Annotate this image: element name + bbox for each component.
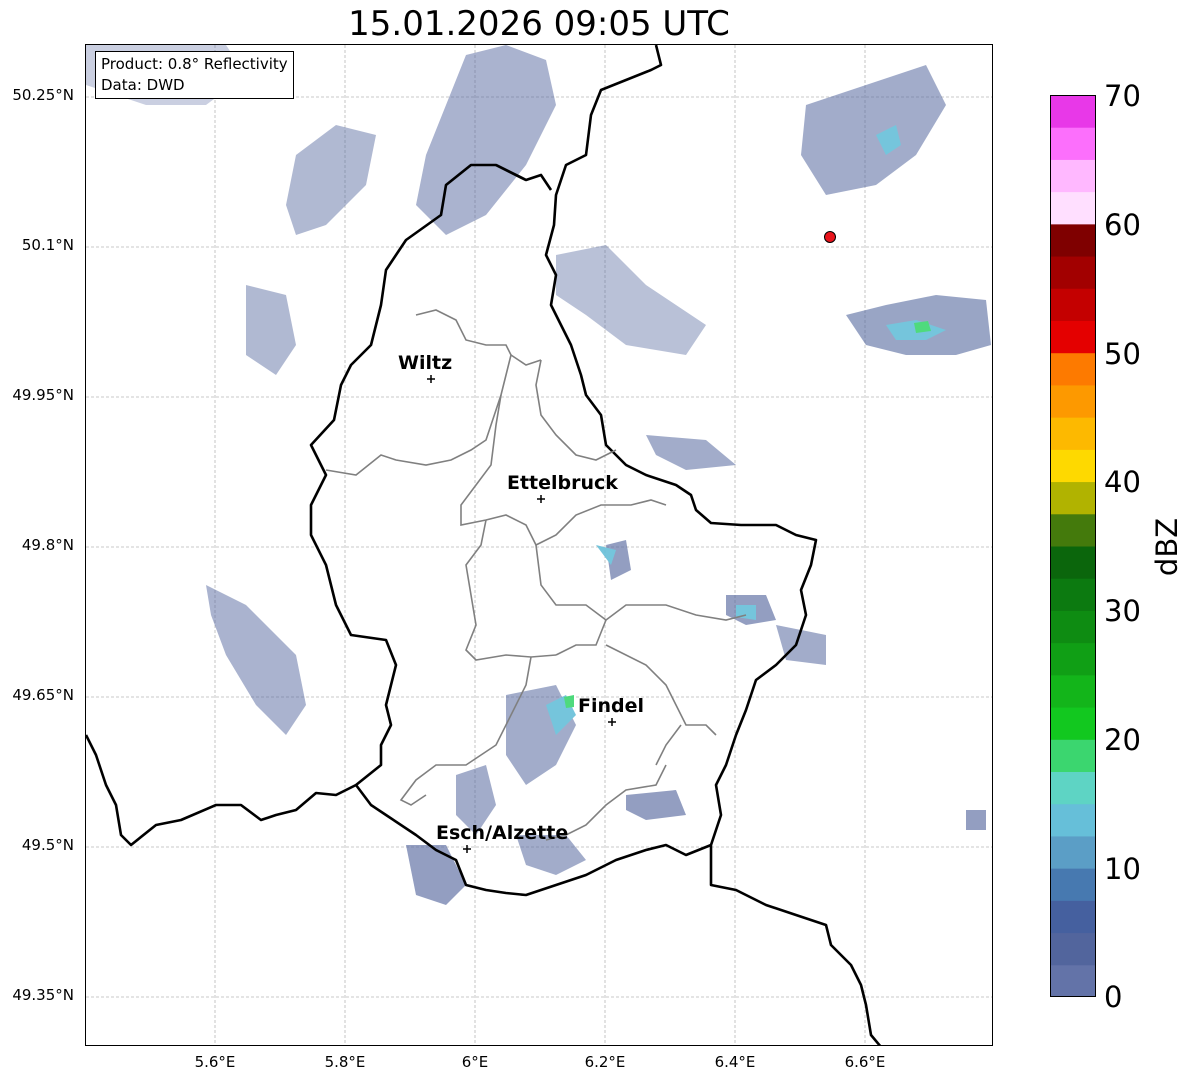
lat-tick-label: 49.5°N	[21, 836, 74, 854]
colorbar-band	[1050, 707, 1096, 740]
colorbar-band	[1050, 771, 1096, 805]
colorbar-band	[1050, 642, 1096, 676]
colorbar-band	[1050, 417, 1096, 450]
lon-tick-label: 5.8°E	[324, 1053, 366, 1071]
lat-tick-label: 49.35°N	[12, 986, 74, 1004]
lon-tick-label: 6°E	[461, 1053, 489, 1071]
city-marker-findel	[608, 718, 616, 726]
colorbar-band	[1050, 95, 1096, 128]
colorbar-band	[1050, 578, 1096, 611]
lon-tick-label: 6.2°E	[584, 1053, 626, 1071]
colorbar-band	[1050, 127, 1096, 160]
city-marker-wiltz	[427, 375, 435, 383]
lat-tick-label: 49.65°N	[12, 686, 74, 704]
colorbar-band	[1050, 900, 1096, 934]
colorbar-band	[1050, 610, 1096, 644]
colorbar-band	[1050, 546, 1096, 579]
colorbar-tick-label: 40	[1104, 465, 1141, 499]
colorbar-band	[1050, 513, 1096, 547]
lon-tick-label: 6.6°E	[844, 1053, 886, 1071]
lat-tick-label: 50.25°N	[12, 86, 74, 104]
colorbar-band	[1050, 739, 1096, 772]
colorbar-band	[1050, 320, 1096, 354]
colorbar-band	[1050, 256, 1096, 289]
city-marker-ettelbruck	[537, 495, 545, 503]
colorbar-band	[1050, 481, 1096, 515]
colorbar-tick-label: 60	[1104, 208, 1141, 242]
map-title: 15.01.2026 09:05 UTC	[348, 4, 730, 44]
colorbar	[1050, 95, 1096, 997]
map-canvas: Wiltz Ettelbruck Findel Esch/Alzette	[86, 45, 992, 1045]
colorbar-band	[1050, 352, 1096, 386]
colorbar-band	[1050, 288, 1096, 321]
colorbar-band	[1050, 932, 1096, 966]
colorbar-band	[1050, 449, 1096, 483]
lat-tick-label: 49.8°N	[21, 536, 74, 554]
city-label-ettelbruck: Ettelbruck	[507, 472, 618, 494]
city-marker-esch	[463, 845, 471, 853]
colorbar-band	[1050, 159, 1096, 193]
colorbar-tick-label: 70	[1104, 79, 1141, 113]
city-label-findel: Findel	[578, 695, 644, 717]
radar-site-marker	[824, 231, 836, 243]
colorbar-tick-label: 20	[1104, 723, 1141, 757]
city-label-wiltz: Wiltz	[398, 352, 452, 374]
colorbar-band	[1050, 868, 1096, 901]
radar-map: Wiltz Ettelbruck Findel Esch/Alzette	[85, 44, 993, 1046]
colorbar-tick-label: 10	[1104, 852, 1141, 886]
product-label: Product: 0.8° Reflectivity	[101, 55, 288, 73]
source-label: Data: DWD	[101, 76, 185, 94]
gridlines	[86, 45, 992, 1045]
colorbar-band	[1050, 674, 1096, 708]
colorbar-band	[1050, 803, 1096, 837]
colorbar-unit-label: dBZ	[1150, 517, 1184, 577]
lat-tick-label: 50.1°N	[21, 236, 74, 254]
lon-tick-label: 5.6°E	[194, 1053, 236, 1071]
city-label-esch: Esch/Alzette	[436, 822, 568, 844]
colorbar-tick-label: 50	[1104, 337, 1141, 371]
colorbar-band	[1050, 223, 1096, 257]
lat-tick-label: 49.95°N	[12, 386, 74, 404]
lon-tick-label: 6.4°E	[714, 1053, 756, 1071]
city-markers	[427, 375, 616, 853]
colorbar-tick-label: 30	[1104, 594, 1141, 628]
product-info-box: Product: 0.8° Reflectivity Data: DWD	[95, 51, 294, 99]
colorbar-band	[1050, 191, 1096, 225]
colorbar-band	[1050, 835, 1096, 869]
colorbar-band	[1050, 964, 1096, 997]
colorbar-tick-label: 0	[1104, 980, 1123, 1014]
colorbar-band	[1050, 384, 1096, 418]
